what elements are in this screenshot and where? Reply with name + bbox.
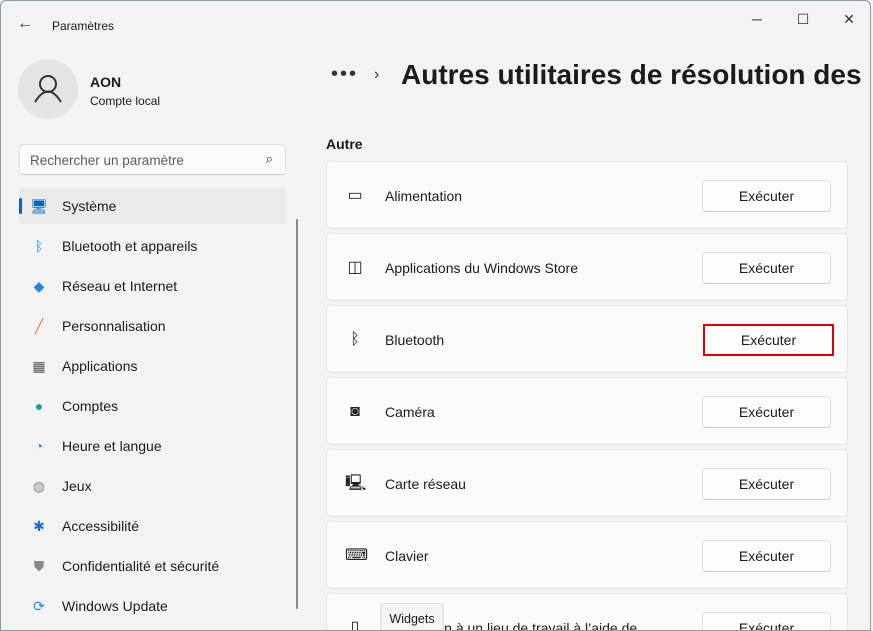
sidebar-item-label: Heure et langue (62, 438, 162, 454)
sidebar-item-10[interactable]: ⟳ Windows Update (19, 588, 286, 624)
troubleshooter-row: 🖳 Carte réseau Exécuter (326, 449, 848, 517)
troubleshooter-label: Carte réseau (385, 476, 466, 492)
sidebar-item-label: Windows Update (62, 598, 168, 614)
sidebar-item-label: Applications (62, 358, 138, 374)
sidebar-item-label: Jeux (62, 478, 92, 494)
taskbar-tooltip: Widgets (380, 603, 444, 630)
nav-icon: ◔ (34, 438, 44, 454)
troubleshooter-icon: ▯ (350, 619, 360, 631)
sidebar-item-label: Comptes (62, 398, 119, 414)
sidebar-item-4[interactable]: ▦ Applications (19, 348, 286, 384)
troubleshooter-icon: 🖳 (345, 475, 367, 492)
sidebar-scrollbar[interactable] (296, 219, 298, 609)
troubleshooter-icon: ◫ (347, 259, 363, 276)
nav-icon: ● (34, 398, 44, 414)
nav-icon: ◆ (33, 278, 45, 294)
sidebar-item-label: Réseau et Internet (62, 278, 178, 294)
troubleshooter-label: Clavier (385, 548, 429, 564)
run-button[interactable]: Exécuter (703, 324, 834, 356)
settings-window: ← Paramètres ─ ☐ ✕ AON Compte local Rech… (0, 0, 871, 631)
troubleshooter-icon: ▭ (347, 187, 363, 204)
troubleshooter-icon: ᛒ (350, 331, 360, 348)
user-name: AON (90, 74, 122, 90)
troubleshooter-label: Bluetooth (385, 332, 445, 348)
troubleshooter-icon: ◙ (350, 403, 360, 420)
sidebar-item-1[interactable]: ᛒ Bluetooth et appareils (19, 228, 286, 264)
run-button[interactable]: Exécuter (702, 468, 831, 500)
search-icon: ⌕ (265, 151, 273, 166)
troubleshooter-label: Applications du Windows Store (385, 260, 578, 276)
sidebar-item-5[interactable]: ● Comptes (19, 388, 286, 424)
sidebar-item-label: Confidentialité et sécurité (62, 558, 220, 574)
nav-icon: ⟳ (33, 598, 45, 614)
section-heading: Autre (326, 136, 363, 152)
back-arrow-icon[interactable]: ← (17, 15, 33, 33)
user-icon (34, 75, 62, 103)
sidebar-item-9[interactable]: ⛊ Confidentialité et sécurité (19, 548, 286, 584)
troubleshooter-row: ◫ Applications du Windows Store Exécuter (326, 233, 848, 301)
run-button[interactable]: Exécuter (702, 180, 831, 212)
search-placeholder: Rechercher un paramètre (30, 153, 184, 168)
sidebar-item-7[interactable]: ◍ Jeux (19, 468, 286, 504)
close-button[interactable]: ✕ (826, 7, 870, 31)
troubleshooter-row: ⌨ Clavier Exécuter (326, 521, 848, 589)
breadcrumb-chevron-icon: › (374, 66, 380, 83)
sidebar-item-label: Bluetooth et appareils (62, 238, 198, 254)
selection-indicator (19, 198, 22, 214)
run-button[interactable]: Exécuter (702, 540, 831, 572)
account-type: Compte local (90, 94, 161, 108)
troubleshooter-label: Alimentation (385, 188, 463, 204)
sidebar-item-3[interactable]: ╱ Personnalisation (19, 308, 286, 344)
maximize-button[interactable]: ☐ (780, 7, 826, 31)
sidebar-item-2[interactable]: ◆ Réseau et Internet (19, 268, 286, 304)
nav-icon: ✱ (33, 518, 45, 534)
nav-icon: 🖥 (30, 198, 48, 214)
nav-icon: ▦ (32, 358, 46, 374)
troubleshooter-icon: ⌨ (345, 547, 369, 564)
troubleshooter-row: ᛒ Bluetooth Exécuter (326, 305, 848, 373)
troubleshooter-row: ▭ Alimentation Exécuter (326, 161, 848, 229)
search-input[interactable]: Rechercher un paramètre ⌕ (19, 144, 286, 175)
sidebar-item-label: Personnalisation (62, 318, 166, 334)
troubleshooter-row: ◙ Caméra Exécuter (326, 377, 848, 445)
troubleshooter-label: Caméra (385, 404, 435, 420)
sidebar-item-0[interactable]: 🖥 Système (19, 188, 286, 224)
window-title: Paramètres (52, 19, 115, 33)
nav-icon: ◍ (32, 478, 46, 494)
nav-icon: ᛒ (34, 238, 44, 254)
run-button[interactable]: Exécuter (702, 396, 831, 428)
nav-icon: ╱ (34, 318, 44, 334)
run-button[interactable]: Exécuter (702, 612, 831, 630)
sidebar-item-label: Système (62, 198, 117, 214)
run-button[interactable]: Exécuter (702, 252, 831, 284)
sidebar-item-8[interactable]: ✱ Accessibilité (19, 508, 286, 544)
sidebar-item-6[interactable]: ◔ Heure et langue (19, 428, 286, 464)
avatar[interactable] (18, 59, 78, 119)
nav-icon: ⛊ (33, 558, 45, 574)
page-title: Autres utilitaires de résolution des pro… (401, 59, 870, 90)
breadcrumb-more-button[interactable]: ••• (331, 63, 358, 86)
sidebar-item-label: Accessibilité (62, 518, 140, 534)
minimize-button[interactable]: ─ (734, 7, 780, 31)
